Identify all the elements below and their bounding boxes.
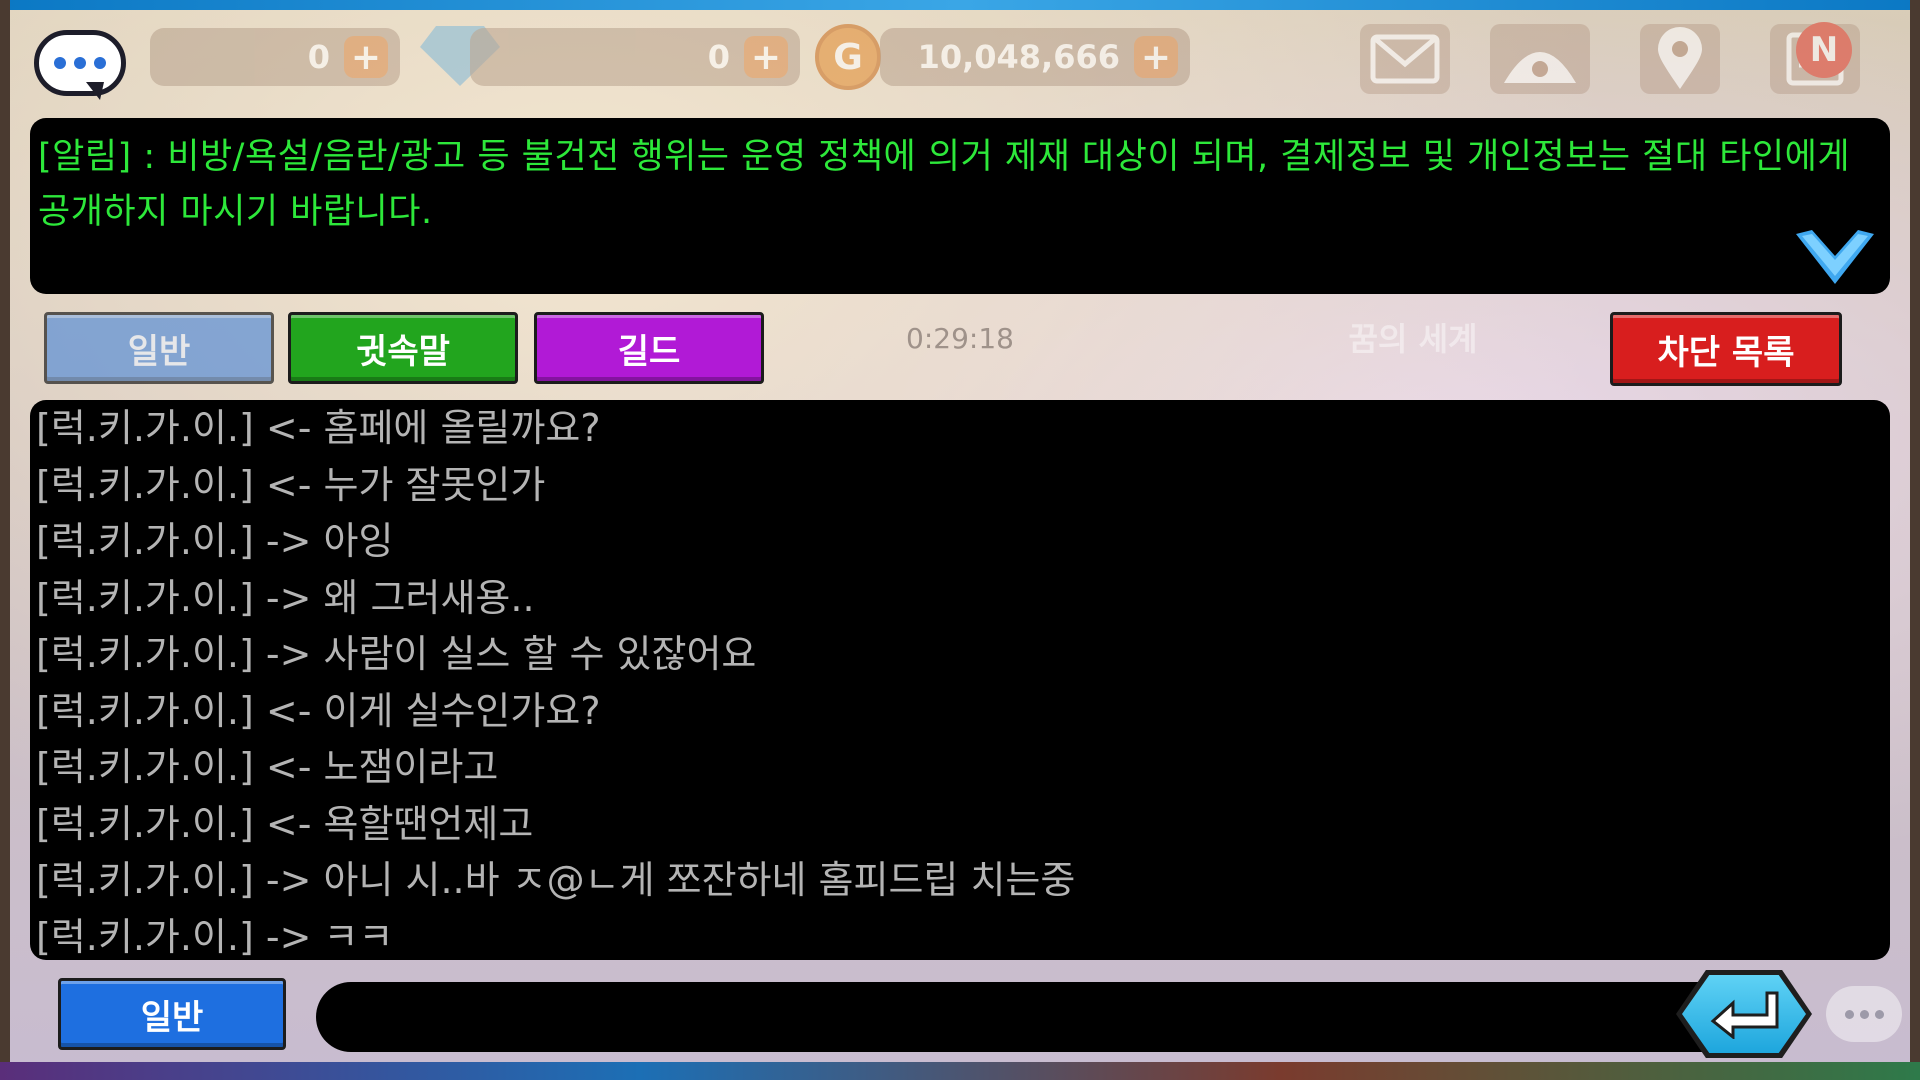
currency-counter-1: 0 +: [150, 28, 400, 86]
message-input[interactable]: [316, 982, 1736, 1052]
chat-message: [럭.키.가.이.] -> 사람이 실스 할 수 있잖어요: [36, 632, 757, 676]
frame-top-edge: [0, 0, 1920, 10]
chat-log[interactable]: [럭.키.가.이.] <- 홈페에 올릴까요? [럭.키.가.이.] <- 누가…: [30, 400, 1890, 960]
channel-select-button[interactable]: 일반: [58, 978, 286, 1050]
notification-badge: N: [1796, 22, 1852, 78]
location-pin-icon[interactable]: [1640, 24, 1720, 94]
chat-message: [럭.키.가.이.] <- 이게 실수인가요?: [36, 688, 601, 733]
world-name-label: 꿈의 세계: [1348, 320, 1478, 358]
top-hud: 0 + 0 + G 10,048,666 + N: [0, 18, 1920, 98]
pet-house-icon[interactable]: [1490, 24, 1590, 94]
add-gold-button[interactable]: +: [1134, 36, 1178, 78]
chat-icon[interactable]: [34, 30, 126, 96]
play-timer: 0:29:18: [906, 322, 1014, 355]
chat-message: [럭.키.가.이.] -> 아니 시..바 ㅈ@ㄴ게 쪼잔하네 홈피드립 치는중: [36, 858, 1076, 902]
frame-left-edge: [0, 0, 10, 1080]
chat-message: [럭.키.가.이.] -> 왜 그러새용..: [36, 575, 535, 620]
chat-icon-tail: [86, 82, 104, 100]
tab-whisper[interactable]: 귓속말: [288, 312, 518, 384]
chat-message: [럭.키.가.이.] -> 아잉: [36, 519, 394, 563]
chat-message: [럭.키.가.이.] <- 욕할땐언제고: [36, 801, 534, 846]
currency-2-value: 0: [707, 38, 730, 76]
tab-general[interactable]: 일반: [44, 312, 274, 384]
gold-coin-icon: G: [815, 24, 881, 90]
gold-value: 10,048,666: [917, 38, 1120, 76]
quest-list-icon[interactable]: N: [1770, 22, 1860, 94]
chevron-down-icon[interactable]: [1794, 228, 1876, 288]
frame-bottom-edge: [0, 1062, 1920, 1080]
chat-message: [럭.키.가.이.] <- 노잼이라고: [36, 745, 499, 789]
add-currency-2-button[interactable]: +: [744, 36, 788, 78]
gold-counter: 10,048,666 +: [880, 28, 1190, 86]
frame-right-edge: [1910, 0, 1920, 1080]
tab-guild[interactable]: 길드: [534, 312, 764, 384]
chat-message: [럭.키.가.이.] -> ㅋㅋ: [36, 914, 394, 959]
chat-icon-secondary: [1826, 986, 1902, 1042]
mail-icon[interactable]: [1360, 24, 1450, 94]
currency-1-value: 0: [307, 38, 330, 76]
chat-message: [럭.키.가.이.] <- 누가 잘못인가: [36, 462, 546, 507]
currency-counter-2: 0 +: [470, 28, 800, 86]
enter-arrow-icon: [1710, 991, 1779, 1039]
block-list-button[interactable]: 차단 목록: [1610, 312, 1842, 386]
chat-message: [럭.키.가.이.] <- 홈페에 올릴까요?: [36, 406, 601, 450]
system-notice: [알림] : 비방/욕설/음란/광고 등 불건전 행위는 운영 정책에 의거 제…: [30, 118, 1890, 294]
notice-text: [알림] : 비방/욕설/음란/광고 등 불건전 행위는 운영 정책에 의거 제…: [38, 137, 1851, 232]
add-currency-1-button[interactable]: +: [344, 36, 388, 78]
